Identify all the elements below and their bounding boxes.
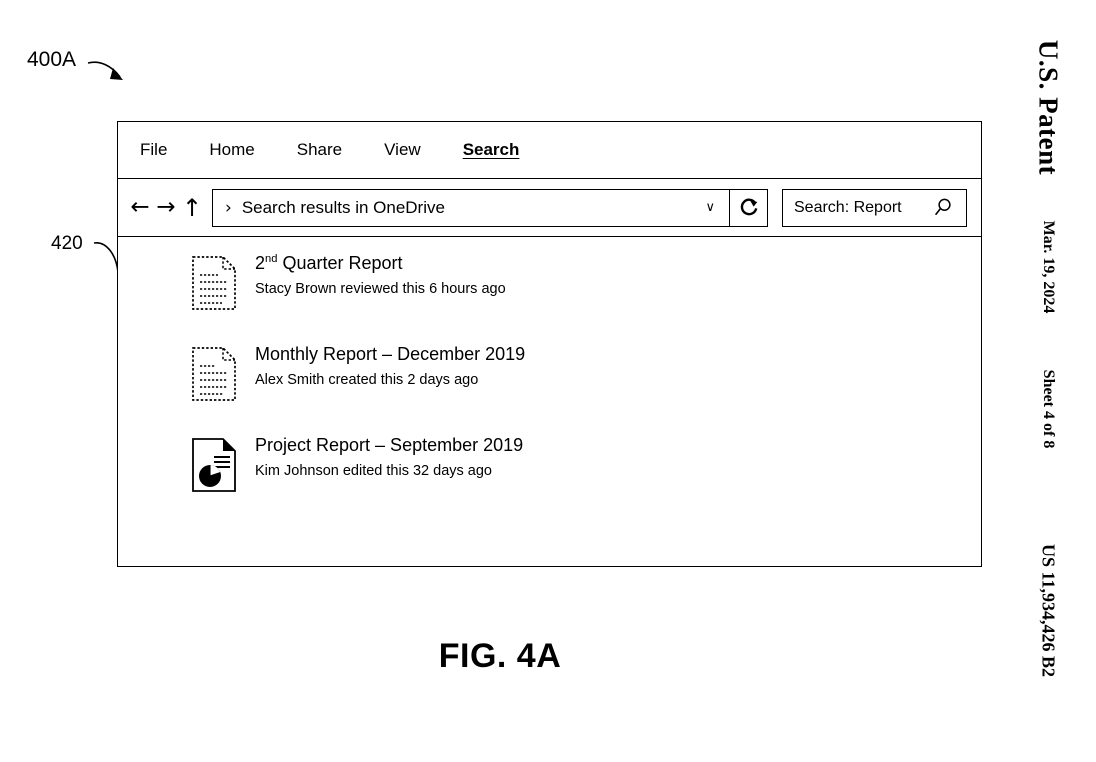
list-item-body: Project Report – September 2019 Kim John… [242,433,981,480]
document-icon [192,347,236,401]
patent-sheet-number: Sheet 4 of 8 [1040,369,1057,449]
list-item-title: 2nd Quarter Report [255,253,981,275]
chevron-down-icon[interactable]: ∨ [691,200,729,215]
reference-numeral-420: 420 [51,233,83,254]
file-icon-wrap [190,251,242,316]
patent-sheet-header: U.S. Patent Mar. 19, 2024 Sheet 4 of 8 U… [1000,0,1096,762]
list-item-title-post: Quarter Report [277,253,403,273]
figure-caption: FIG. 4A [438,637,562,675]
search-results-list: 2nd Quarter Report Stacy Brown reviewed … [118,237,981,498]
tab-view[interactable]: View [384,140,421,160]
patent-office-label: U.S. Patent [1033,39,1064,176]
list-item-subtitle: Alex Smith created this 2 days ago [255,371,479,388]
forward-icon[interactable]: → [154,196,178,219]
patent-date: Mar. 19, 2024 [1040,220,1057,314]
list-item-title: Project Report – September 2019 [255,435,981,457]
tab-home[interactable]: Home [209,140,254,160]
list-item-body: Monthly Report – December 2019 Alex Smit… [242,342,981,389]
back-icon[interactable]: ← [128,196,152,219]
tab-file[interactable]: File [140,140,167,160]
chart-document-icon [192,438,236,492]
file-icon-wrap [190,342,242,407]
list-item-body: 2nd Quarter Report Stacy Brown reviewed … [242,251,981,298]
navigation-buttons: ← → ↑ [128,196,204,220]
file-explorer-window: File Home Share View Search ← → ↑ › Sear… [117,121,982,567]
list-item-subtitle: Kim Johnson edited this 32 days ago [255,462,492,479]
list-item-subtitle: Stacy Brown reviewed this 6 hours ago [255,280,506,297]
document-icon [192,256,236,310]
list-item[interactable]: Monthly Report – December 2019 Alex Smit… [190,342,981,407]
list-item-title-pre: Project Report – September 2019 [255,435,524,455]
refresh-button[interactable] [729,189,767,226]
address-bar[interactable]: › Search results in OneDrive ∨ [212,188,768,227]
list-item-title: Monthly Report – December 2019 [255,344,981,366]
list-item-title-pre: Monthly Report – December 2019 [255,344,526,364]
reference-numeral-400a: 400A [27,48,77,71]
tab-search[interactable]: Search [463,140,520,160]
list-item[interactable]: 2nd Quarter Report Stacy Brown reviewed … [190,251,981,316]
list-item[interactable]: Project Report – September 2019 Kim John… [190,433,981,498]
list-item-title-pre: 2 [255,253,266,273]
search-icon-wrap[interactable] [933,197,966,218]
magnifier-icon [935,198,951,216]
search-input[interactable]: Search: Report [783,199,933,217]
tab-share[interactable]: Share [297,140,342,160]
file-icon-wrap [190,433,242,498]
up-icon[interactable]: ↑ [180,196,204,220]
ribbon-menubar: File Home Share View Search [118,122,981,179]
chevron-right-icon: › [225,197,232,218]
refresh-icon [740,198,757,215]
list-item-title-sup: nd [265,253,278,265]
search-box[interactable]: Search: Report [782,188,967,227]
patent-publication-number: US 11,934,426 B2 [1038,543,1059,678]
address-value: Search results in OneDrive [241,197,445,217]
address-toolbar: ← → ↑ › Search results in OneDrive ∨ Sea… [118,179,981,237]
